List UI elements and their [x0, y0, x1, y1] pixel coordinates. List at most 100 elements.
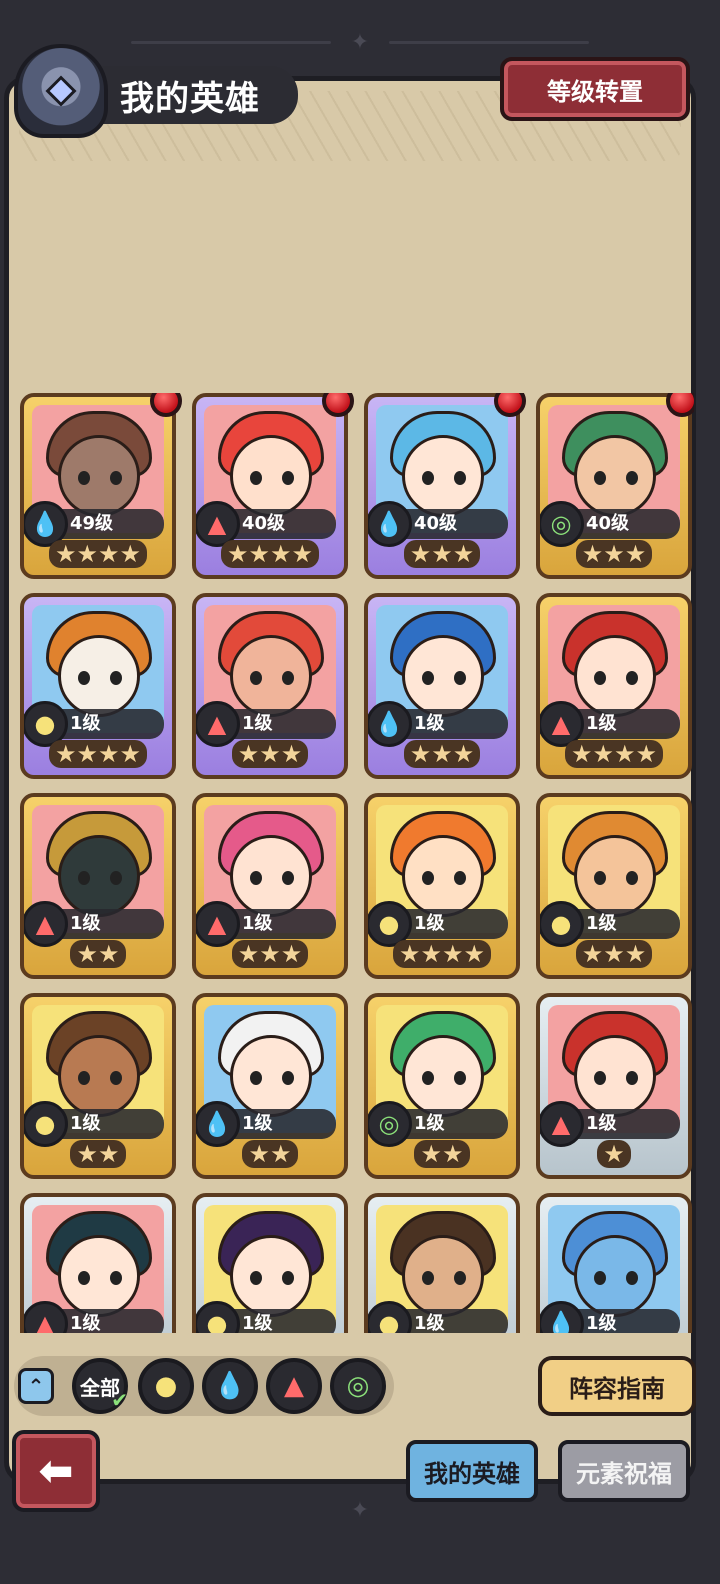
collapse-filter-button[interactable]: ⌃ [18, 1368, 54, 1404]
star-icon: ★ [420, 940, 442, 968]
hero-card[interactable]: 40级 💧 ★ ★ ★ [364, 393, 520, 579]
star-icon: ★ [452, 540, 475, 568]
hero-card[interactable]: 1级 💧 [536, 1193, 692, 1333]
hero-card[interactable]: 1级 ● ★ ★ ★ [536, 793, 692, 979]
hero-eye [626, 671, 638, 685]
hero-eye [594, 671, 606, 685]
hero-eye [78, 471, 90, 485]
hero-eye [282, 1071, 294, 1085]
hero-eye [282, 471, 294, 485]
star-icon: ★ [76, 740, 98, 768]
filter-all-button[interactable]: 全部 ✔ [72, 1358, 128, 1414]
hero-eye [110, 1071, 122, 1085]
hero-eye [110, 871, 122, 885]
hero-card-slot: 1级 ▲ ★ [536, 993, 692, 1179]
hero-eye [250, 471, 262, 485]
tab-my-heroes[interactable]: 我的英雄 [406, 1440, 538, 1502]
hero-card[interactable]: 1级 💧 ★ ★ ★ [364, 593, 520, 779]
hero-eye [422, 671, 434, 685]
hero-face [402, 1035, 484, 1117]
hero-card[interactable]: 1级 ▲ ★ [536, 993, 692, 1179]
star-icon: ★ [581, 540, 604, 568]
hero-eye [282, 871, 294, 885]
star-icon: ★ [226, 540, 249, 568]
hero-eye [626, 1271, 638, 1285]
star-icon: ★ [248, 540, 270, 568]
hero-card[interactable]: 40级 ◎ ★ ★ ★ [536, 393, 692, 579]
hero-eye [422, 871, 434, 885]
hero-face [230, 1035, 312, 1117]
hero-card[interactable]: 49级 💧 ★ ★ ★ ★ [20, 393, 176, 579]
hero-card-slot: 40级 ◎ ★ ★ ★ [536, 393, 694, 579]
hero-eye [78, 871, 90, 885]
hero-face [58, 1035, 140, 1117]
hero-card-slot: 49级 💧 ★ ★ ★ ★ [20, 393, 182, 579]
star-icon: ★ [248, 1140, 270, 1168]
level-transfer-label: 等级转置 [547, 77, 643, 106]
hero-eye [250, 1271, 262, 1285]
star-icon: ★ [237, 940, 260, 968]
level-transfer-button[interactable]: 等级转置 [500, 57, 690, 121]
star-icon: ★ [409, 540, 432, 568]
hero-card[interactable]: 1级 ▲ ★ ★ ★ [192, 793, 348, 979]
star-icon: ★ [280, 940, 303, 968]
star-icon: ★ [76, 540, 98, 568]
hero-face [58, 435, 140, 517]
star-icon: ★ [259, 940, 281, 968]
star-icon: ★ [624, 540, 647, 568]
hero-card[interactable]: 1级 ◎ ★ ★ [364, 993, 520, 1179]
hero-eye [454, 871, 466, 885]
hero-face [58, 835, 140, 917]
hero-card[interactable]: 1级 ● [364, 1193, 520, 1333]
hero-card[interactable]: 1级 💧 ★ ★ [192, 993, 348, 1179]
lineup-guide-button[interactable]: 阵容指南 [538, 1356, 696, 1416]
tab-my-heroes-label: 我的英雄 [424, 1459, 520, 1488]
hero-card[interactable]: 1级 ● ★ ★ ★ ★ [364, 793, 520, 979]
hero-stars: ★ ★ ★ [368, 539, 516, 569]
hero-stars: ★ ★ ★ ★ [540, 739, 688, 769]
hero-card[interactable]: 1级 ▲ ★ ★ ★ [192, 593, 348, 779]
wind-swirl-icon: ◎ [346, 1371, 370, 1401]
hero-card[interactable]: 1级 ▲ ★ ★ [20, 793, 176, 979]
hero-stars: ★ ★ ★ ★ [368, 939, 516, 969]
hero-stars: ★ [540, 1139, 688, 1169]
hero-eye [594, 1071, 606, 1085]
filter-earth-button[interactable]: ● [138, 1358, 194, 1414]
hero-eye [282, 671, 294, 685]
hero-card-slot: 1级 ● ★ ★ [20, 993, 176, 1179]
hero-face [230, 835, 312, 917]
filter-fire-button[interactable]: ▲ [266, 1358, 322, 1414]
tab-element-blessing[interactable]: 元素祝福 [558, 1440, 690, 1502]
star-icon: ★ [603, 1140, 625, 1168]
star-icon: ★ [76, 1140, 98, 1168]
star-icon: ★ [291, 540, 314, 568]
hero-card-slot: 1级 ● ★ ★ ★ ★ [364, 793, 520, 979]
star-icon: ★ [603, 540, 625, 568]
star-icon: ★ [54, 740, 77, 768]
filter-water-button[interactable]: 💧 [202, 1358, 258, 1414]
hero-card[interactable]: 40级 ▲ ★ ★ ★ ★ [192, 393, 348, 579]
hero-card[interactable]: 1级 ● [192, 1193, 348, 1333]
hero-card-slot: 1级 ▲ ★ ★ ★ [192, 793, 348, 979]
hero-face [58, 635, 140, 717]
star-icon: ★ [603, 940, 625, 968]
hero-card[interactable]: 1级 ● ★ ★ [20, 993, 176, 1179]
back-arrow-icon: ⬅ [38, 1446, 74, 1495]
hero-stars: ★ ★ ★ ★ [24, 539, 172, 569]
hero-card-slot: 1级 💧 ★ ★ [192, 993, 348, 1179]
hero-card[interactable]: 1级 ▲ [20, 1193, 176, 1333]
hero-face [574, 635, 656, 717]
star-icon: ★ [624, 940, 647, 968]
hero-card-slot: 1级 ▲ ★ ★ [20, 793, 176, 979]
hero-face [58, 1235, 140, 1317]
star-icon: ★ [431, 740, 453, 768]
hero-card[interactable]: 1级 ● ★ ★ ★ ★ [20, 593, 176, 779]
hero-eye [78, 1271, 90, 1285]
filter-wind-button[interactable]: ◎ [330, 1358, 386, 1414]
hero-face [402, 1235, 484, 1317]
hero-card[interactable]: 1级 ▲ ★ ★ ★ ★ [536, 593, 692, 779]
hero-eye [594, 471, 606, 485]
star-icon: ★ [409, 740, 432, 768]
hero-face [402, 435, 484, 517]
hero-eye [454, 671, 466, 685]
